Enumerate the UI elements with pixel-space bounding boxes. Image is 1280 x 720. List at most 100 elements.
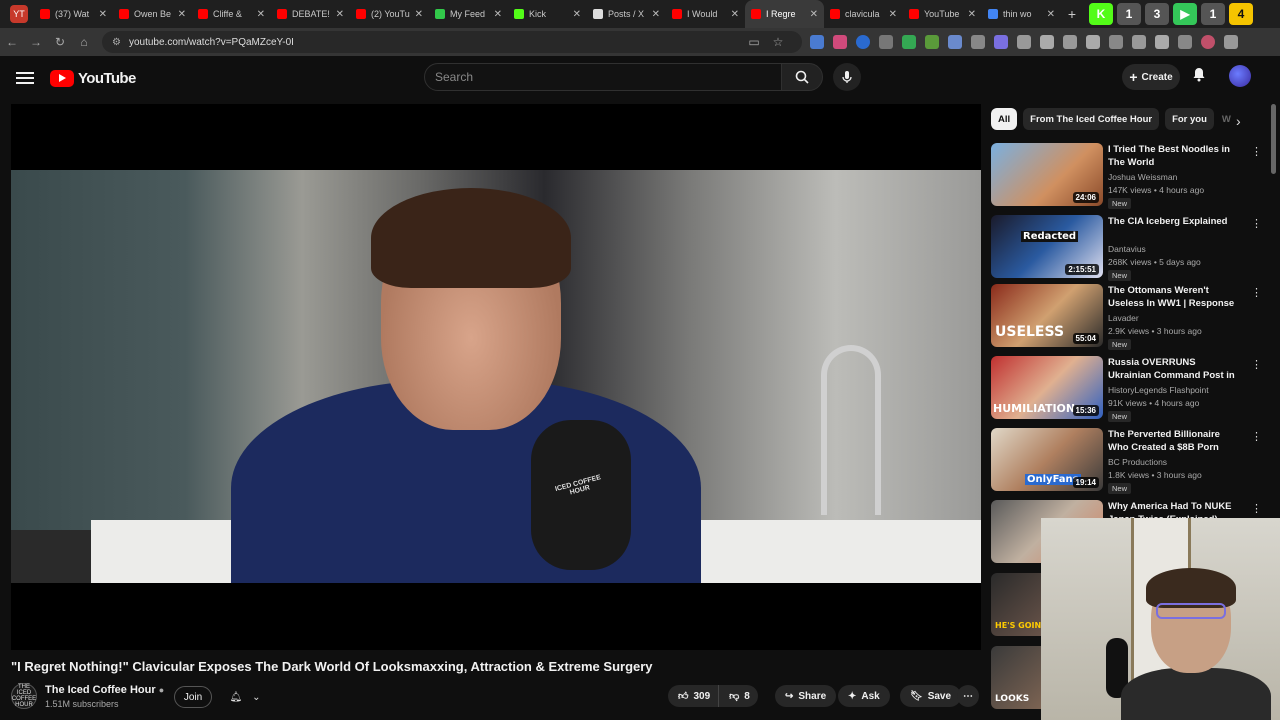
profile-icon[interactable] (1201, 35, 1215, 49)
video-thumbnail[interactable]: USELESS 55:04 (991, 284, 1103, 347)
download-icon[interactable] (1086, 35, 1100, 49)
recommendation-channel[interactable]: HistoryLegends Flashpoint (1108, 385, 1209, 395)
recommendation-channel[interactable]: Dantavius (1108, 244, 1146, 254)
account-avatar[interactable] (1229, 65, 1251, 87)
tray-icon[interactable]: K (1089, 3, 1113, 25)
extension-icon[interactable] (948, 35, 962, 49)
recommendation-title[interactable]: The Ottomans Weren't Useless In WW1 | Re… (1108, 284, 1238, 310)
browser-tab[interactable]: thin wo ✕ (982, 0, 1061, 28)
sidepanel-icon[interactable] (1132, 35, 1146, 49)
ask-button[interactable]: ✦ Ask (838, 685, 890, 707)
video-thumbnail[interactable]: Redacted 2:15:51 (991, 215, 1103, 278)
kebab-menu-icon[interactable]: ⋮ (1251, 502, 1262, 515)
hamburger-menu-icon[interactable] (16, 69, 34, 87)
browser-tab[interactable]: My Feed ✕ (429, 0, 508, 28)
browser-tab[interactable]: I Would ✕ (666, 0, 745, 28)
channel-avatar[interactable]: THE ICED COFFEE HOUR (11, 683, 37, 709)
extension-icon[interactable] (856, 35, 870, 49)
kebab-menu-icon[interactable]: ⋮ (1251, 217, 1262, 230)
close-icon[interactable]: ✕ (1047, 9, 1055, 20)
voice-search-button[interactable] (833, 63, 861, 91)
recommendation-title[interactable]: I Tried The Best Noodles in The World (1108, 143, 1238, 169)
url-omnibox[interactable]: ⚙ youtube.com/watch?v=PQaMZceY-0I (102, 31, 802, 53)
tray-icon[interactable]: 4 (1229, 3, 1253, 25)
browser-tab[interactable]: Owen Be ✕ (113, 0, 192, 28)
recommendation-channel[interactable]: Joshua Weissman (1108, 172, 1177, 182)
browser-tab[interactable]: Posts / X ✕ (587, 0, 666, 28)
filter-chip[interactable]: From The Iced Coffee Hour (1023, 108, 1160, 130)
extension-icon[interactable] (902, 35, 916, 49)
kebab-menu-icon[interactable]: ⋮ (1251, 358, 1262, 371)
share-button[interactable]: ↪ Share (775, 685, 837, 707)
create-button[interactable]: + Create (1122, 64, 1180, 90)
forward-icon[interactable]: → (24, 35, 48, 49)
browser-tab[interactable]: Cliffe & ✕ (192, 0, 271, 28)
browser-tab[interactable]: DEBATE! ✕ (271, 0, 350, 28)
more-actions-button[interactable]: ⋯ (957, 685, 979, 707)
close-icon[interactable]: ✕ (731, 9, 739, 20)
browser-tab[interactable]: I Regre ✕ (745, 0, 824, 28)
extension-icon[interactable] (971, 35, 985, 49)
like-button[interactable]: 👍︎ 309 (668, 685, 719, 707)
extension-icon[interactable] (833, 35, 847, 49)
history-icon[interactable] (1063, 35, 1077, 49)
recommendation-item[interactable]: OnlyFans 19:14 The Perverted Billionaire W… (991, 428, 1262, 494)
tray-icon[interactable]: ▶ (1173, 3, 1197, 25)
tray-icon[interactable]: 1 (1201, 3, 1225, 25)
recommendation-item[interactable]: USELESS 55:04 The Ottomans Weren't Useless… (991, 284, 1262, 350)
reload-icon[interactable]: ↻ (48, 35, 72, 49)
kebab-menu-icon[interactable]: ⋮ (1251, 286, 1262, 299)
notifications-bell-icon[interactable] (1191, 66, 1207, 87)
recommendation-title[interactable]: Russia OVERRUNS Ukrainian Command Post i… (1108, 356, 1238, 382)
close-icon[interactable]: ✕ (494, 9, 502, 20)
dislike-button[interactable]: 👎︎ 8 (718, 685, 758, 707)
join-button[interactable]: Join (174, 686, 212, 708)
close-icon[interactable]: ✕ (652, 9, 660, 20)
close-icon[interactable]: ✕ (810, 9, 818, 20)
search-button[interactable] (781, 63, 823, 91)
close-icon[interactable]: ✕ (415, 9, 423, 20)
search-input[interactable]: Search (424, 63, 782, 91)
cast-icon[interactable]: ▭ (742, 35, 766, 49)
bookmark-star-icon[interactable]: ☆ (766, 35, 790, 49)
recommendation-title[interactable]: The Perverted Billionaire Who Created a … (1108, 428, 1238, 454)
video-thumbnail[interactable]: OnlyFans 19:14 (991, 428, 1103, 491)
filter-chip[interactable]: W (1220, 108, 1233, 130)
back-icon[interactable]: ← (0, 35, 24, 49)
close-icon[interactable]: ✕ (257, 9, 265, 20)
extension-icon[interactable] (810, 35, 824, 49)
browser-tab[interactable]: clavicula ✕ (824, 0, 903, 28)
recommendation-channel[interactable]: BC Productions (1108, 457, 1167, 467)
recommendation-item[interactable]: 24:06 I Tried The Best Noodles in The Wor… (991, 143, 1262, 209)
filter-chip[interactable]: All (991, 108, 1018, 130)
video-thumbnail[interactable]: HUMILIATION 15:36 (991, 356, 1103, 419)
video-player[interactable]: ICED COFFEE HOUR (11, 104, 981, 650)
filter-chip[interactable]: For you (1165, 108, 1214, 130)
close-icon[interactable]: ✕ (336, 9, 344, 20)
video-thumbnail[interactable]: 24:06 (991, 143, 1103, 206)
browser-tab[interactable]: Kick ✕ (508, 0, 587, 28)
recommendation-channel[interactable]: Lavader (1108, 313, 1139, 323)
browser-tab[interactable]: (37) Wat ✕ (34, 0, 113, 28)
extension-icon[interactable] (994, 35, 1008, 49)
youtube-logo[interactable]: YouTube (50, 69, 136, 87)
close-icon[interactable]: ✕ (889, 9, 897, 20)
kebab-menu-icon[interactable]: ⋮ (1251, 145, 1262, 158)
save-button[interactable]: 🔖︎ Save (900, 685, 962, 707)
video-frame[interactable]: ICED COFFEE HOUR (11, 170, 981, 583)
extension-icon[interactable] (879, 35, 893, 49)
site-info-icon[interactable]: ⚙ (112, 37, 121, 48)
browser-tab[interactable]: (2) YouTu ✕ (350, 0, 429, 28)
extension-icon[interactable] (1040, 35, 1054, 49)
kebab-menu-icon[interactable] (1224, 35, 1238, 49)
channel-name[interactable]: The Iced Coffee Hour ● (45, 684, 164, 696)
home-icon[interactable]: ⌂ (72, 35, 96, 49)
close-icon[interactable]: ✕ (99, 9, 107, 20)
recommendation-item[interactable]: Redacted 2:15:51 The CIA Iceberg Explained… (991, 215, 1262, 281)
menu-icon[interactable] (1178, 35, 1192, 49)
browser-tab[interactable]: YouTube ✕ (903, 0, 982, 28)
devtools-icon[interactable] (1109, 35, 1123, 49)
extension-icon[interactable] (925, 35, 939, 49)
tray-icon[interactable]: 3 (1145, 3, 1169, 25)
recommendation-item[interactable]: HUMILIATION 15:36 Russia OVERRUNS Ukrainia… (991, 356, 1262, 422)
